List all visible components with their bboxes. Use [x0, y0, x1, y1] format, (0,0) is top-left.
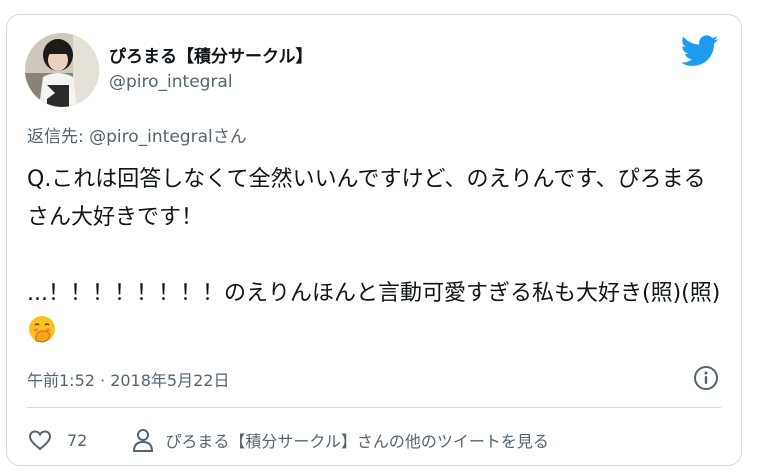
avatar-photo — [25, 33, 99, 107]
like-count[interactable]: 72 — [67, 431, 87, 450]
author-display-name[interactable]: ぴろまる【積分サークル】 — [109, 42, 313, 67]
reply-to-label[interactable]: 返信先: @piro_integralさん — [27, 122, 247, 147]
more-tweets-link[interactable]: ぴろまる【積分サークル】さんの他のツイートを見る — [165, 428, 549, 452]
tweet-timestamp[interactable]: 午前1:52 · 2018年5月22日 — [27, 367, 229, 391]
embedded-tweet-card[interactable]: ぴろまる【積分サークル】 @piro_integral 返信先: @piro_i… — [6, 14, 742, 466]
person-icon[interactable] — [131, 427, 155, 453]
heart-icon[interactable] — [27, 428, 53, 452]
tweet-actions: 72 ぴろまる【積分サークル】さんの他のツイートを見る — [27, 425, 549, 455]
avatar[interactable] — [25, 33, 99, 107]
tweet-text-line-2-text: ...！！！！！！！！のえりんほんと言動可愛すぎる私も大好き(照)(照) — [27, 281, 721, 306]
tweet-text: Q.これは回答しなくて全然いいんですけど、のえりんです、ぴろまるさん大好きです！… — [27, 161, 727, 351]
author-handle[interactable]: @piro_integral — [109, 72, 233, 92]
twitter-bird-icon[interactable] — [681, 35, 719, 67]
tweet-text-line-1: Q.これは回答しなくて全然いいんですけど、のえりんです、ぴろまるさん大好きです！ — [27, 167, 706, 230]
divider — [27, 407, 721, 408]
face-with-hand-over-mouth-emoji — [29, 316, 55, 343]
info-icon[interactable] — [693, 365, 719, 391]
tweet-text-spacer — [27, 237, 727, 275]
tweet-text-line-2: ...！！！！！！！！のえりんほんと言動可愛すぎる私も大好き(照)(照) — [27, 275, 727, 351]
